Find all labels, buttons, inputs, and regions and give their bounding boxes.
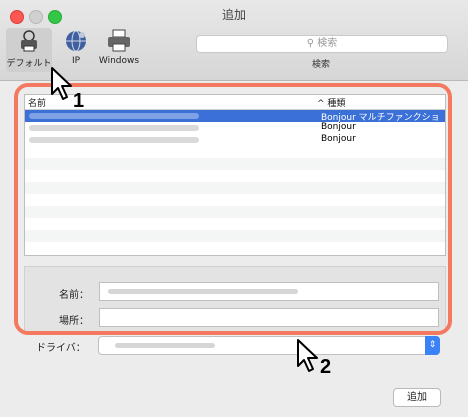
- ip-tab-button[interactable]: IP: [58, 28, 94, 66]
- list-row-1[interactable]: Bonjour マルチファンクショ: [25, 110, 445, 123]
- step-2-number: 2: [320, 356, 332, 378]
- printer-name-redacted: [29, 137, 199, 143]
- add-printer-window: 追加 デフォルト IP Windows ⚲ 検索 検索 名前 ^ 種類 Bonj…: [0, 0, 468, 417]
- printer-icon: [108, 29, 130, 52]
- search-caption: 検索: [311, 60, 330, 70]
- name-value-redacted: [108, 289, 298, 294]
- printer-list[interactable]: 名前 ^ 種類 Bonjour マルチファンクショ Bonjour Bonjou…: [24, 94, 446, 256]
- default-printer-icon: [21, 30, 37, 52]
- list-header: 名前 ^ 種類: [25, 95, 445, 110]
- windows-tab-button[interactable]: Windows: [96, 28, 142, 66]
- search-icon: ⚲: [306, 38, 318, 49]
- location-label: 場所：: [59, 316, 89, 327]
- name-label: 名前：: [59, 290, 89, 301]
- printer-kind: Bonjour: [321, 134, 356, 144]
- default-tab-label: デフォルト: [6, 59, 52, 69]
- printer-kind: Bonjour: [321, 122, 356, 132]
- driver-label: ドライバ：: [36, 343, 86, 354]
- search-field[interactable]: ⚲ 検索: [196, 35, 448, 53]
- add-button[interactable]: 追加: [393, 388, 441, 407]
- windows-tab-label: Windows: [98, 56, 140, 66]
- printer-name-redacted: [29, 113, 199, 119]
- step-1-number: 1: [73, 90, 85, 112]
- default-tab-button[interactable]: デフォルト: [6, 28, 52, 72]
- location-field[interactable]: [99, 308, 439, 327]
- column-kind-label: 種類: [327, 99, 346, 109]
- name-field[interactable]: [99, 282, 439, 301]
- cursor-arrow-icon: [297, 339, 318, 372]
- empty-row: [25, 230, 445, 242]
- column-name[interactable]: 名前: [28, 96, 46, 109]
- list-row-3[interactable]: Bonjour: [25, 134, 445, 146]
- sort-indicator: ^: [317, 99, 325, 109]
- list-row-2[interactable]: Bonjour: [25, 122, 445, 134]
- ip-tab-label: IP: [71, 56, 81, 66]
- driver-value-redacted: [115, 343, 215, 348]
- printer-name-redacted: [29, 125, 199, 131]
- empty-row: [25, 182, 445, 194]
- empty-row: [25, 158, 445, 170]
- empty-row: [25, 206, 445, 218]
- column-kind[interactable]: ^ 種類: [317, 96, 345, 109]
- window-title: 追加: [221, 8, 246, 22]
- search-placeholder: 検索: [317, 38, 338, 49]
- driver-select[interactable]: ⇕: [98, 336, 440, 355]
- printer-details-form: 名前： 場所：: [24, 266, 446, 332]
- chevron-updown-icon: ⇕: [425, 336, 440, 355]
- globe-icon: [66, 30, 86, 52]
